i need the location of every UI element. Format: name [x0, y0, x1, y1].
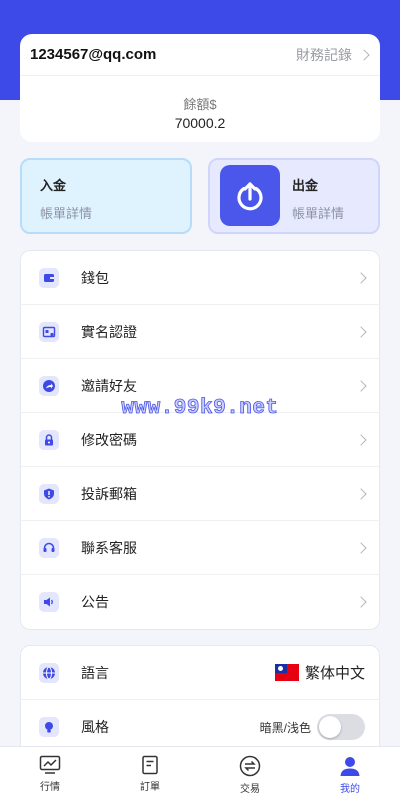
- balance-label: 餘額$: [183, 97, 217, 112]
- withdraw-subtitle: 帳單詳情: [292, 206, 345, 221]
- deposit-card[interactable]: 入金 帳單詳情: [20, 158, 192, 234]
- menu-item-verification[interactable]: 實名認證: [21, 305, 379, 359]
- menu-item-announcement[interactable]: 公告: [21, 575, 379, 629]
- language-label: 語言: [81, 664, 109, 681]
- menu-item-complaint-email[interactable]: 投訴郵箱: [21, 467, 379, 521]
- deposit-title: 入金: [40, 178, 67, 193]
- withdraw-card[interactable]: 出金 帳單詳情: [208, 158, 380, 234]
- wallet-icon: [44, 273, 54, 282]
- menu-item-change-password[interactable]: 修改密碼: [21, 413, 379, 467]
- lock-icon: [45, 433, 53, 445]
- tab-orders[interactable]: 訂單: [100, 747, 200, 797]
- swap-icon: [239, 755, 261, 777]
- menu-item-label: 聯系客服: [81, 539, 137, 556]
- watermark: www.99k9.net: [121, 397, 279, 421]
- user-icon: [340, 757, 360, 776]
- menu-item-label: 實名認證: [81, 323, 137, 340]
- chart-icon: [39, 755, 61, 774]
- withdraw-icon-badge: [220, 165, 280, 226]
- tab-trade[interactable]: 交易: [200, 747, 300, 797]
- taiwan-flag-icon: [274, 664, 299, 681]
- headset-icon: [43, 542, 55, 552]
- upload-arrow-icon: [237, 181, 263, 210]
- menu-item-label: 邀請好友: [81, 377, 137, 394]
- theme-toggle[interactable]: [317, 714, 365, 740]
- account-card-header: 1234567@qq.com 財務記錄: [20, 34, 380, 76]
- chevron-right-icon: [355, 487, 367, 500]
- chevron-right-icon: [358, 48, 370, 61]
- menu-item-label: 投訴郵箱: [81, 485, 137, 502]
- menu-item-customer-service[interactable]: 聯系客服: [21, 521, 379, 575]
- tab-market[interactable]: 行情: [0, 747, 100, 797]
- toggle-knob: [319, 716, 341, 738]
- withdraw-title: 出金: [292, 178, 319, 193]
- menu-item-wallet[interactable]: 錢包: [21, 251, 379, 305]
- chevron-right-icon: [355, 379, 367, 392]
- tab-label: 行情: [40, 782, 60, 793]
- menu-item-label: 錢包: [81, 269, 109, 286]
- settings-language[interactable]: 語言 繁体中文: [21, 646, 379, 700]
- shield-alert-icon: [44, 488, 54, 499]
- share-icon: [43, 379, 55, 392]
- lightbulb-icon: [45, 722, 53, 733]
- id-card-icon: [42, 326, 56, 337]
- bottom-tab-bar: 行情 訂單 交易 我的: [0, 746, 400, 797]
- menu-item-label: 修改密碼: [81, 431, 137, 448]
- account-email: 1234567@qq.com: [30, 46, 157, 63]
- language-value: 繁体中文: [304, 665, 365, 682]
- menu-item-label: 公告: [81, 594, 109, 610]
- chevron-right-icon: [355, 541, 367, 554]
- tab-profile[interactable]: 我的: [300, 747, 400, 797]
- chevron-right-icon: [355, 596, 367, 608]
- financial-records-link[interactable]: 財務記錄: [296, 45, 370, 65]
- theme-toggle-label: 暗黑/浅色: [259, 720, 311, 735]
- settings-menu: 語言 繁体中文 風格 暗黑/浅色: [20, 645, 380, 755]
- financial-records-label: 財務記錄: [296, 46, 352, 63]
- account-card: 1234567@qq.com 財務記錄 餘額$ 70000.2: [20, 34, 380, 142]
- chevron-right-icon: [355, 271, 367, 284]
- speaker-icon: [44, 597, 53, 607]
- theme-label: 風格: [81, 719, 109, 735]
- chevron-right-icon: [355, 325, 367, 338]
- document-icon: [142, 755, 158, 775]
- deposit-subtitle: 帳單詳情: [40, 206, 93, 221]
- tab-label: 我的: [340, 784, 360, 795]
- globe-icon: [43, 666, 55, 679]
- tab-label: 訂單: [140, 782, 160, 793]
- balance-value: 70000.2: [174, 115, 226, 131]
- chevron-right-icon: [355, 433, 367, 446]
- balance-section: 餘額$ 70000.2: [20, 76, 380, 131]
- tab-label: 交易: [240, 784, 260, 795]
- account-menu: 錢包 實名認證 邀請好友 修改密碼 投訴郵箱 聯系客服 公告: [20, 250, 380, 630]
